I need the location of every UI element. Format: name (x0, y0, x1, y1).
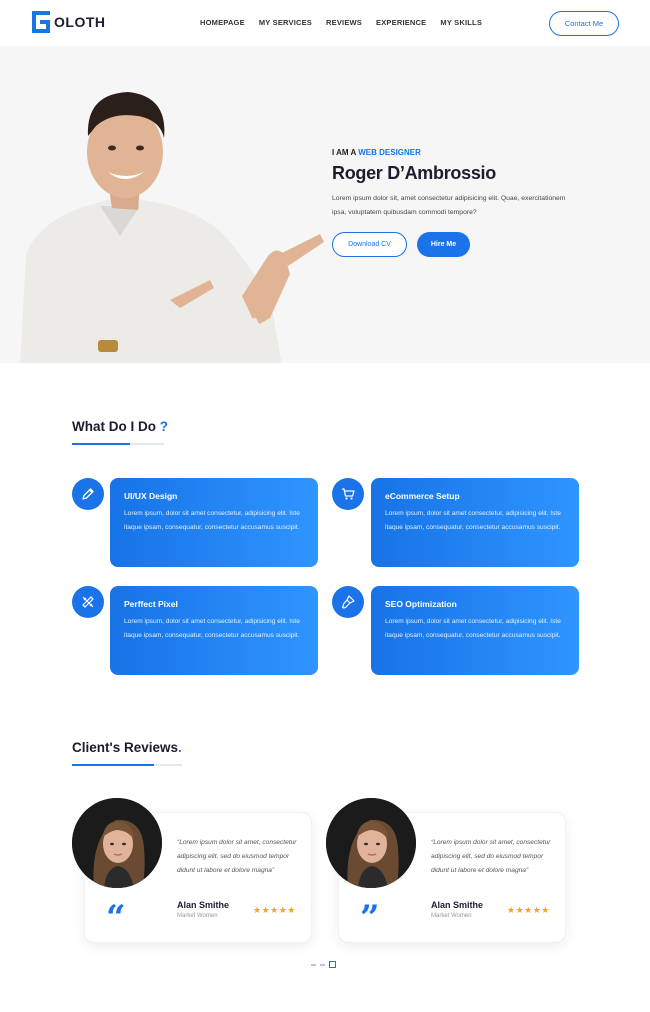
brush-icon (332, 586, 364, 618)
reviewer-name: Alan Smithe (177, 900, 230, 910)
hero-description: Lorem ipsum dolor sit, amet consectetur … (332, 195, 566, 216)
site-header: OLOTH HOMEPAGE MY SERVICES REVIEWS EXPER… (0, 0, 650, 46)
hero-intro-prefix: I AM A (332, 148, 356, 157)
service-title: Perffect Pixel (124, 599, 178, 609)
main-nav: HOMEPAGE MY SERVICES REVIEWS EXPERIENCE … (200, 18, 482, 27)
review-pager (311, 961, 336, 968)
reviews-title-text: Client's Reviews (72, 740, 179, 755)
download-cv-button[interactable]: Download CV (332, 232, 407, 257)
service-title: eCommerce Setup (385, 491, 460, 501)
hero-intro: I AM A WEB DESIGNER Roger D’Ambrossio Lo… (332, 148, 592, 257)
service-text: Lorem ipsum, dolor sit amet consectetur,… (124, 510, 300, 531)
nav-item-reviews[interactable]: REVIEWS (326, 18, 362, 27)
contact-me-button[interactable]: Contact Me (549, 11, 619, 36)
logo-text: OLOTH (54, 14, 106, 30)
pager-dot-active[interactable] (329, 961, 336, 968)
reviewer-name: Alan Smithe (431, 900, 484, 910)
quote-close-icon: ” (360, 898, 380, 938)
nav-item-my-skills[interactable]: MY SKILLS (440, 18, 482, 27)
hire-me-button[interactable]: Hire Me (417, 232, 470, 257)
services-title-mark: ? (159, 419, 169, 434)
service-card-ui-ux[interactable]: UI/UX Design Lorem ipsum, dolor sit amet… (110, 478, 318, 567)
service-card-perfect-pixel[interactable]: Perffect Pixel Lorem ipsum, dolor sit am… (110, 586, 318, 675)
review-quote: “Lorem ipsum dolor sit amet, consectetur… (177, 839, 297, 874)
reviews-title-mark: . (178, 740, 182, 755)
site-logo[interactable]: OLOTH (32, 11, 106, 33)
logo-mark-icon (32, 11, 50, 33)
ruler-pencil-icon (72, 586, 104, 618)
pager-dot[interactable] (311, 963, 316, 966)
services-title-underline (72, 443, 164, 445)
reviewer-role: Market Women (431, 913, 472, 919)
hero-name: Roger D’Ambrossio (332, 163, 496, 183)
hero-section: I AM A WEB DESIGNER Roger D’Ambrossio Lo… (0, 46, 650, 363)
service-title: UI/UX Design (124, 491, 178, 501)
service-card-seo[interactable]: SEO Optimization Lorem ipsum, dolor sit … (371, 586, 579, 675)
reviewer-role: Market Women (177, 913, 218, 919)
service-card-ecommerce[interactable]: eCommerce Setup Lorem ipsum, dolor sit a… (371, 478, 579, 567)
reviews-title-underline (72, 764, 182, 766)
services-title: What Do I Do ? (72, 419, 168, 434)
reviews-title: Client's Reviews. (72, 740, 182, 755)
service-title: SEO Optimization (385, 599, 457, 609)
service-text: Lorem ipsum, dolor sit amet consectetur,… (124, 618, 300, 639)
avatar (72, 798, 162, 888)
rating-stars: ★★★★★ (507, 905, 550, 915)
service-text: Lorem ipsum, dolor sit amet consectetur,… (385, 510, 561, 531)
review-quote: “Lorem ipsum dolor sit amet, consectetur… (431, 839, 551, 874)
hero-buttons: Download CV Hire Me (332, 232, 592, 257)
pencil-icon (72, 478, 104, 510)
services-title-text: What Do I Do (72, 419, 156, 434)
quote-open-icon: “ (106, 898, 126, 938)
pager-dot[interactable] (320, 963, 325, 966)
service-text: Lorem ipsum, dolor sit amet consectetur,… (385, 618, 561, 639)
nav-item-experience[interactable]: EXPERIENCE (376, 18, 426, 27)
nav-item-homepage[interactable]: HOMEPAGE (200, 18, 245, 27)
rating-stars: ★★★★★ (253, 905, 296, 915)
avatar (326, 798, 416, 888)
hero-intro-role: WEB DESIGNER (358, 148, 421, 157)
cart-icon (332, 478, 364, 510)
hero-subtitle: I AM A WEB DESIGNER (332, 148, 592, 157)
nav-item-my-services[interactable]: MY SERVICES (259, 18, 312, 27)
hero-portrait (20, 92, 324, 363)
